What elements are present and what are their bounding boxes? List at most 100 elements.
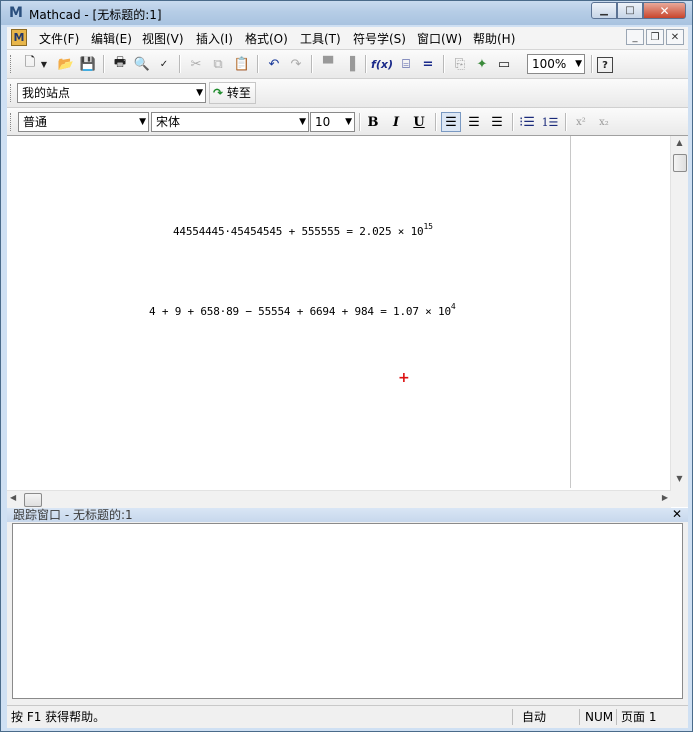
zoom-select[interactable]: 100% ▼ bbox=[527, 54, 585, 74]
status-num-lock: NUM bbox=[585, 710, 614, 724]
menu-view[interactable]: 视图(V) bbox=[142, 30, 184, 47]
doc-close-button[interactable]: ✕ bbox=[666, 29, 684, 45]
site-select[interactable]: 我的站点 ▼ bbox=[17, 83, 206, 103]
bullet-list-button[interactable]: ⁝☰ bbox=[517, 112, 537, 132]
menu-format[interactable]: 格式(O) bbox=[245, 30, 288, 47]
save-icon[interactable]: 💾 bbox=[79, 55, 97, 73]
insert-component-icon[interactable]: ⎘ bbox=[451, 55, 469, 73]
site-value: 我的站点 bbox=[22, 86, 71, 100]
redo-icon[interactable]: ↷ bbox=[287, 55, 305, 73]
horizontal-scroll-thumb[interactable] bbox=[24, 493, 42, 507]
zoom-value: 100% bbox=[532, 57, 567, 71]
title-bar[interactable]: M Mathcad - [无标题的:1] ▁ □ ✕ bbox=[1, 1, 692, 25]
standard-toolbar: 🗋 ▼ 📂 💾 🖶 🔍 ✓ ✂ ⧉ 📋 ↶ ↷ ▀ ▐ f(x) ⌸ = ⎘ ✦ bbox=[7, 50, 688, 79]
formatting-toolbar: 普通 ▼ 宋体 ▼ 10 ▼ B I U ☰ ☰ ☰ ⁝☰ 1☰ x² x₂ bbox=[7, 108, 688, 137]
toolbar-grip[interactable] bbox=[10, 113, 14, 131]
goto-label: 转至 bbox=[226, 86, 251, 100]
copy-icon[interactable]: ⧉ bbox=[209, 55, 227, 73]
align-center-button[interactable]: ☰ bbox=[464, 112, 484, 132]
print-preview-icon[interactable]: 🔍 bbox=[133, 55, 151, 73]
new-dropdown-icon[interactable]: ▼ bbox=[39, 55, 49, 73]
doc-restore-button[interactable]: ❐ bbox=[646, 29, 664, 45]
toolbar-divider bbox=[512, 113, 514, 131]
scroll-up-icon[interactable]: ▲ bbox=[671, 138, 688, 152]
undo-icon[interactable]: ↶ bbox=[265, 55, 283, 73]
insert-unit-icon[interactable]: ⌸ bbox=[397, 55, 415, 73]
italic-button[interactable]: I bbox=[386, 112, 406, 132]
scroll-right-icon[interactable]: ▶ bbox=[662, 493, 668, 502]
chevron-down-icon: ▼ bbox=[575, 59, 582, 69]
equation-1[interactable]: 44554445·45454545 + 555555 = 2.025 × 101… bbox=[173, 222, 433, 238]
insert-function-icon[interactable]: f(x) bbox=[371, 55, 393, 73]
font-size-select[interactable]: 10 ▼ bbox=[310, 112, 355, 132]
help-icon[interactable]: ? bbox=[597, 57, 613, 73]
style-select[interactable]: 普通 ▼ bbox=[18, 112, 149, 132]
worksheet[interactable]: 44554445·45454545 + 555555 = 2.025 × 101… bbox=[7, 135, 688, 508]
font-value: 宋体 bbox=[156, 115, 181, 129]
superscript-button[interactable]: x² bbox=[571, 112, 591, 132]
align-down-icon[interactable]: ▐ bbox=[341, 55, 359, 73]
font-select[interactable]: 宋体 ▼ bbox=[151, 112, 309, 132]
horizontal-scrollbar[interactable]: ◀ ▶ bbox=[7, 490, 671, 508]
vertical-scrollbar[interactable]: ▲ ▼ bbox=[670, 136, 688, 490]
document-icon[interactable]: M bbox=[11, 29, 27, 46]
underline-button[interactable]: U bbox=[409, 112, 429, 132]
scroll-left-icon[interactable]: ◀ bbox=[10, 493, 16, 502]
close-button[interactable]: ✕ bbox=[643, 2, 686, 19]
menu-tools[interactable]: 工具(T) bbox=[300, 30, 341, 47]
menu-help[interactable]: 帮助(H) bbox=[473, 30, 515, 47]
window-icon[interactable]: ▭ bbox=[495, 55, 513, 73]
subscript-button[interactable]: x₂ bbox=[594, 112, 614, 132]
status-calc-mode: 自动 bbox=[522, 710, 547, 724]
restore-icon: ❐ bbox=[650, 31, 660, 43]
close-icon: ✕ bbox=[659, 3, 670, 18]
doc-minimize-button[interactable]: _ bbox=[626, 29, 644, 45]
toolbar-divider bbox=[103, 55, 105, 73]
status-help-text: 按 F1 获得帮助。 bbox=[11, 710, 106, 724]
window-title: Mathcad - [无标题的:1] bbox=[29, 8, 162, 22]
page-boundary bbox=[570, 136, 571, 488]
toolbar-grip[interactable] bbox=[10, 55, 14, 73]
trace-window-body[interactable] bbox=[12, 523, 683, 699]
maximize-button[interactable]: □ bbox=[617, 2, 643, 19]
toolbar-divider bbox=[435, 113, 437, 131]
menu-file[interactable]: 文件(F) bbox=[39, 30, 79, 47]
toolbar-grip[interactable] bbox=[10, 84, 14, 102]
open-folder-icon[interactable]: 📂 bbox=[57, 55, 75, 73]
document-window-controls: _ ❐ ✕ bbox=[626, 29, 684, 45]
menu-edit[interactable]: 编辑(E) bbox=[91, 30, 132, 47]
maximize-icon: □ bbox=[625, 5, 635, 16]
resource-center-icon[interactable]: ✦ bbox=[473, 55, 491, 73]
align-top-icon[interactable]: ▀ bbox=[319, 55, 337, 73]
menu-window[interactable]: 窗口(W) bbox=[417, 30, 462, 47]
print-icon[interactable]: 🖶 bbox=[111, 55, 129, 73]
status-bar: 按 F1 获得帮助。 自动 NUM 页面 1 bbox=[7, 705, 688, 728]
toolbar-divider bbox=[565, 113, 567, 131]
minimize-button[interactable]: ▁ bbox=[591, 2, 617, 19]
font-size-value: 10 bbox=[315, 115, 331, 129]
align-left-icon: ☰ bbox=[445, 114, 457, 130]
align-left-button[interactable]: ☰ bbox=[441, 112, 461, 132]
cut-icon[interactable]: ✂ bbox=[187, 55, 205, 73]
window-controls: ▁ □ ✕ bbox=[591, 2, 686, 19]
vertical-scroll-thumb[interactable] bbox=[673, 154, 687, 172]
equation-2[interactable]: 4 + 9 + 658·89 − 55554 + 6694 + 984 = 1.… bbox=[149, 302, 456, 318]
paste-icon[interactable]: 📋 bbox=[233, 55, 251, 73]
mathcad-window: M Mathcad - [无标题的:1] ▁ □ ✕ M 文件(F) 编辑(E)… bbox=[0, 0, 693, 732]
chevron-down-icon: ▼ bbox=[196, 88, 203, 98]
menu-symbolics[interactable]: 符号学(S) bbox=[353, 30, 406, 47]
goto-button[interactable]: ↷ 转至 bbox=[209, 82, 256, 104]
scroll-down-icon[interactable]: ▼ bbox=[671, 474, 688, 488]
align-right-button[interactable]: ☰ bbox=[487, 112, 507, 132]
menu-insert[interactable]: 插入(I) bbox=[196, 30, 233, 47]
spell-check-icon[interactable]: ✓ bbox=[155, 55, 173, 73]
mathcad-app-icon: M bbox=[9, 5, 23, 21]
new-document-icon[interactable]: 🗋 bbox=[21, 55, 39, 73]
status-divider bbox=[512, 709, 513, 725]
numbered-list-button[interactable]: 1☰ bbox=[540, 112, 560, 132]
trace-close-icon[interactable]: ✕ bbox=[672, 507, 682, 521]
bold-button[interactable]: B bbox=[363, 112, 383, 132]
align-right-icon: ☰ bbox=[491, 114, 503, 130]
equation-1-exponent: 15 bbox=[423, 222, 433, 231]
calculate-icon[interactable]: = bbox=[419, 55, 437, 73]
